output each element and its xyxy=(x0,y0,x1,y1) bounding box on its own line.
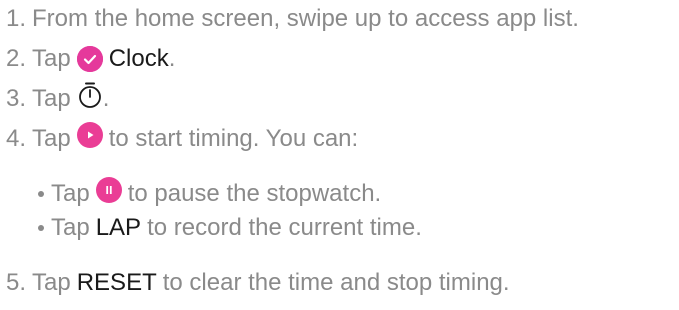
step-number: 2. xyxy=(6,45,27,72)
pause-icon xyxy=(95,177,122,211)
step-number: 5. xyxy=(6,269,27,296)
clock-app-icon xyxy=(76,46,103,72)
step-text-suffix: to start timing. You can: xyxy=(108,125,359,152)
step-text: Tap xyxy=(32,125,71,152)
step-4: 4. Tap to start timing. You can: xyxy=(6,122,359,156)
reset-label: RESET xyxy=(76,269,157,296)
step-3: 3. Tap . xyxy=(6,81,110,117)
step-text-suffix: to clear the time and stop timing. xyxy=(162,269,510,296)
app-name: Clock xyxy=(108,45,169,72)
sub-step-lap: Tap LAP to record the current time. xyxy=(38,213,422,243)
step-1: 1. From the home screen, swipe up to acc… xyxy=(6,4,579,34)
step-text-suffix: . xyxy=(168,45,176,72)
sub-step-text: Tap xyxy=(51,180,90,207)
sub-step-text: Tap xyxy=(51,214,90,241)
step-number: 1. xyxy=(6,5,27,32)
step-number: 4. xyxy=(6,125,27,152)
sub-step-pause: Tap to pause the stopwatch. xyxy=(38,177,382,211)
stopwatch-icon xyxy=(77,81,103,117)
step-text: Tap xyxy=(32,85,71,112)
play-icon xyxy=(76,122,103,156)
step-text-suffix: . xyxy=(102,85,110,112)
lap-label: LAP xyxy=(95,214,142,241)
step-5: 5. Tap RESET to clear the time and stop … xyxy=(6,268,510,298)
bullet-icon xyxy=(38,191,44,197)
step-2: 2. Tap Clock . xyxy=(6,44,175,74)
step-text: From the home screen, swipe up to access… xyxy=(32,5,579,32)
sub-step-text-suffix: to record the current time. xyxy=(147,214,422,241)
bullet-icon xyxy=(38,225,44,231)
sub-step-text-suffix: to pause the stopwatch. xyxy=(127,180,382,207)
step-text: Tap xyxy=(32,45,71,72)
step-number: 3. xyxy=(6,85,27,112)
step-text: Tap xyxy=(32,269,71,296)
